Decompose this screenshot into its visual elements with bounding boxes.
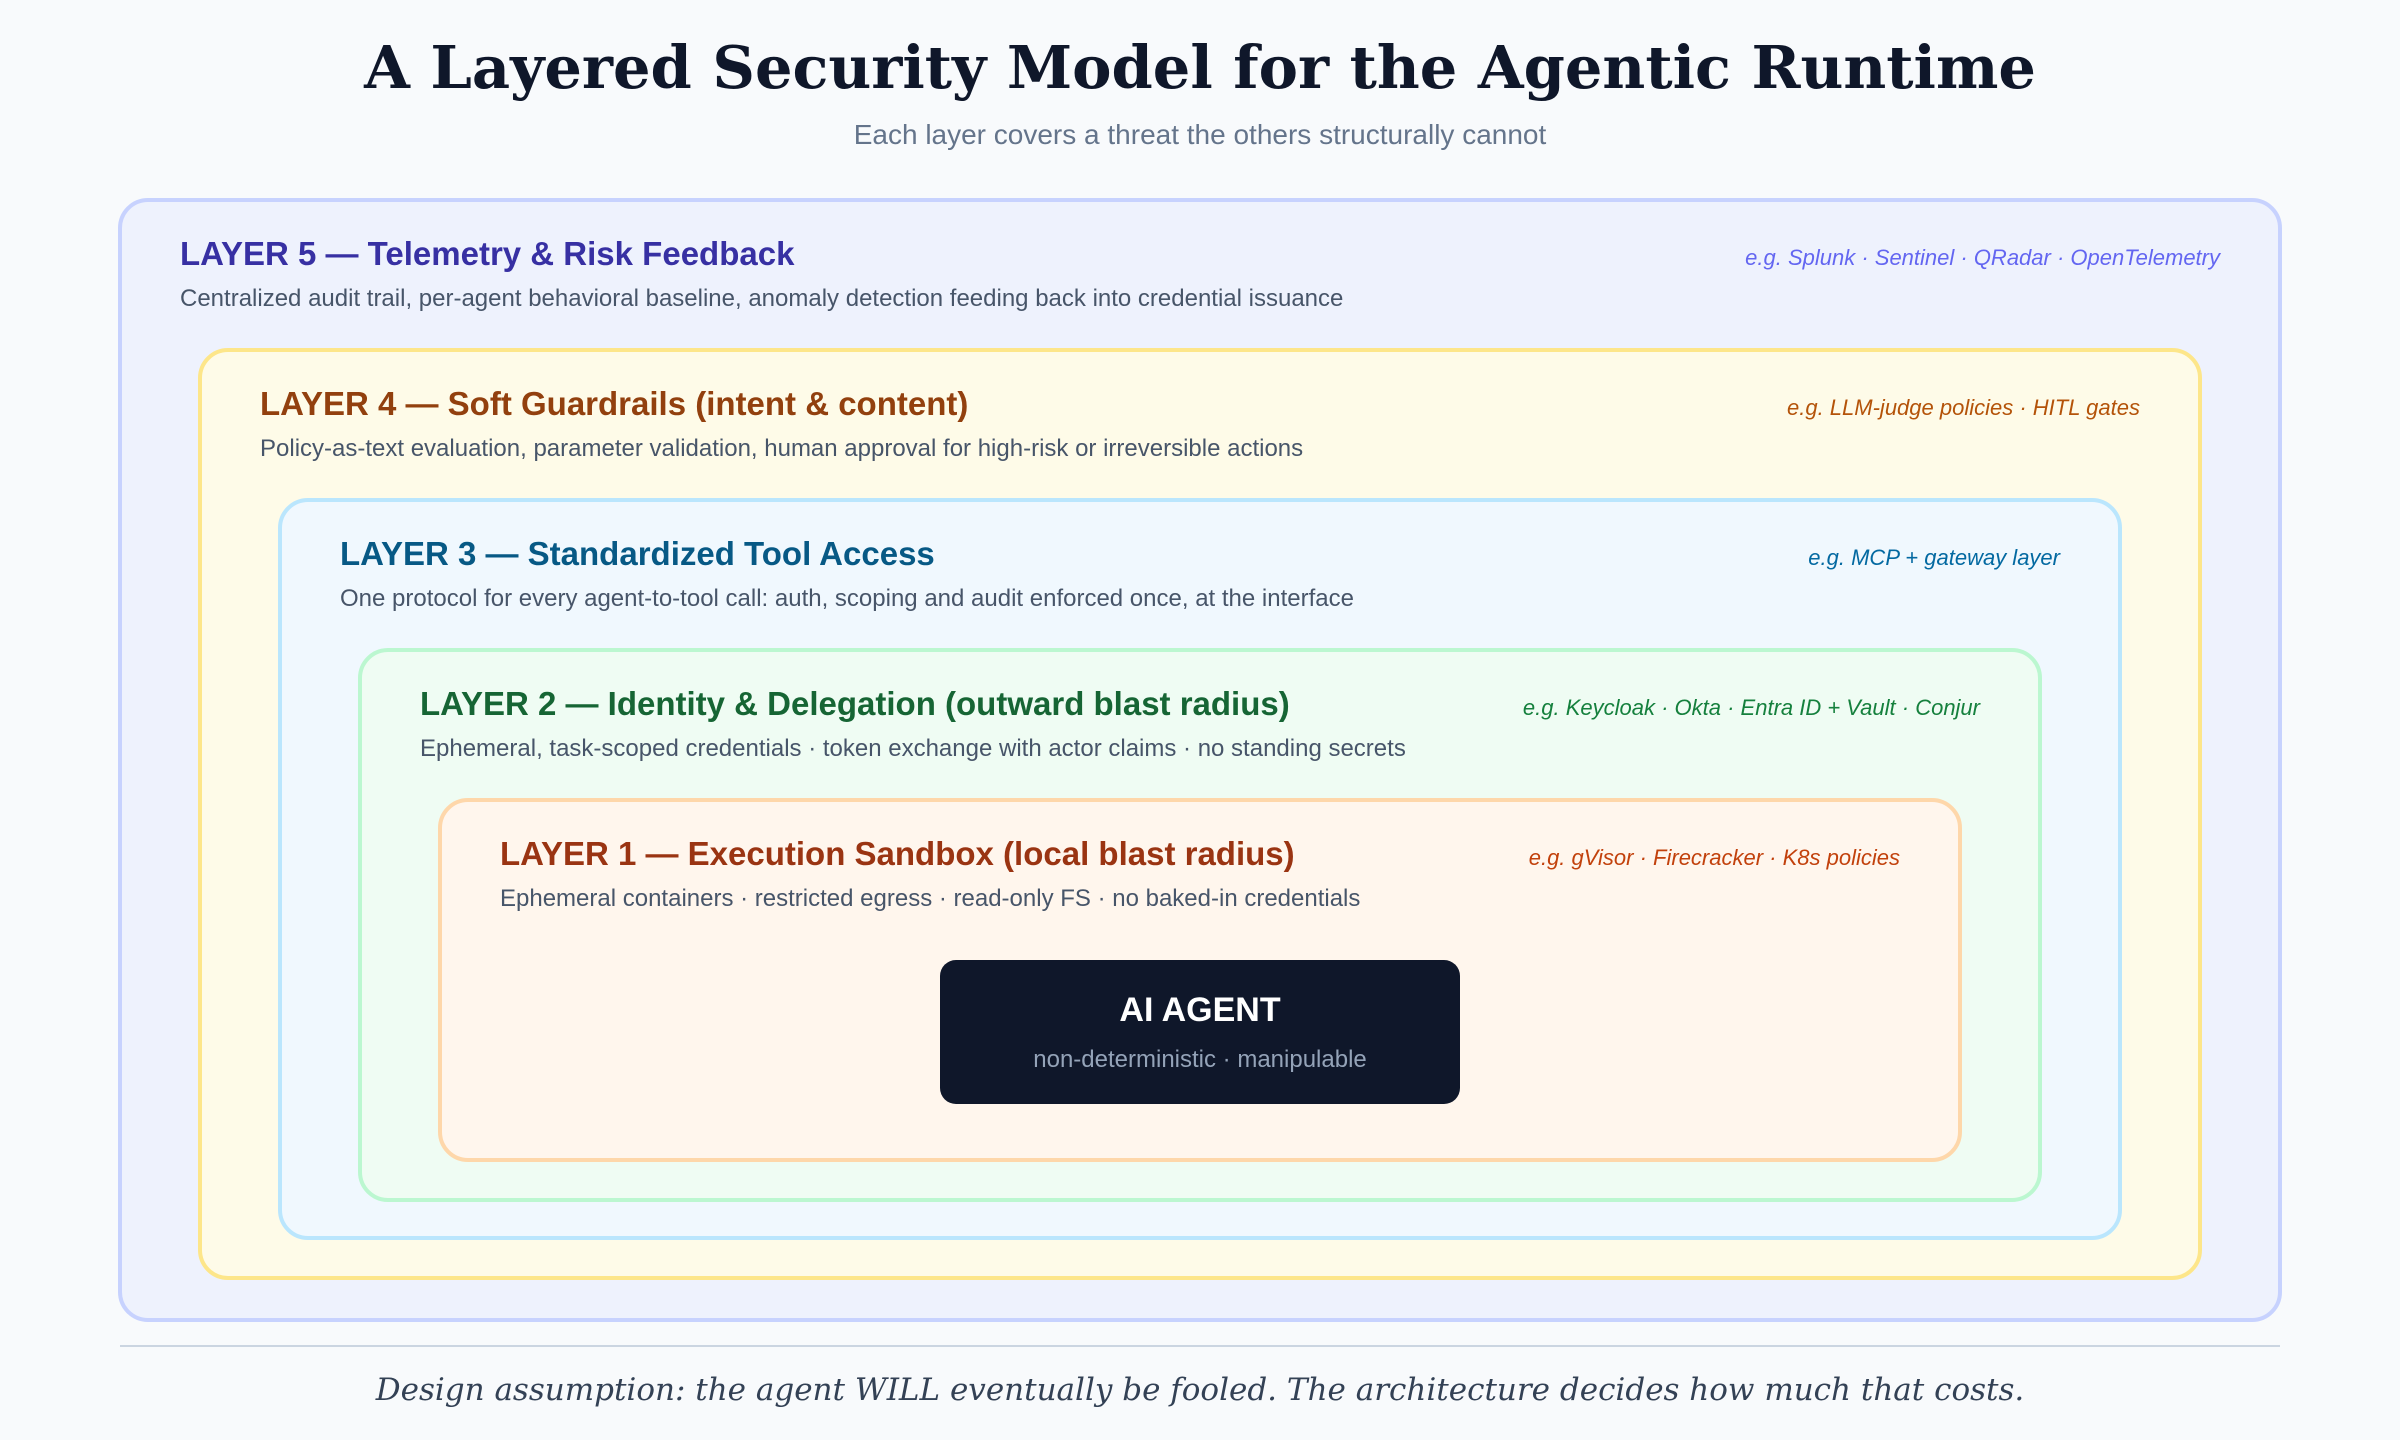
diagram-subtitle: Each layer covers a threat the others st… [853,119,1547,150]
ai-agent-box: AI AGENT non-deterministic · manipulable [940,960,1460,1104]
layer-3-heading: LAYER 3 — Standardized Tool Access [340,535,935,572]
layer-3-description: One protocol for every agent-to-tool cal… [340,585,1354,612]
layer-2-examples: e.g. Keycloak · Okta · Entra ID + Vault … [1522,695,1980,720]
layer-5-heading: LAYER 5 — Telemetry & Risk Feedback [180,235,795,272]
layer-5-examples: e.g. Splunk · Sentinel · QRadar · OpenTe… [1745,245,2220,270]
ai-agent-title: AI AGENT [1119,991,1281,1029]
layer-1-heading: LAYER 1 — Execution Sandbox (local blast… [500,835,1295,872]
layer-5-description: Centralized audit trail, per-agent behav… [180,285,1344,312]
layer-4-examples: e.g. LLM-judge policies · HITL gates [1787,395,2140,420]
layer-3-examples: e.g. MCP + gateway layer [1808,545,2060,570]
layer-1-description: Ephemeral containers · restricted egress… [500,885,1361,912]
ai-agent-subtitle: non-deterministic · manipulable [1033,1046,1367,1073]
layer-2-heading: LAYER 2 — Identity & Delegation (outward… [420,685,1290,722]
design-assumption-footer: Design assumption: the agent WILL eventu… [375,1372,2025,1408]
layer-1-examples: e.g. gVisor · Firecracker · K8s policies [1528,845,1900,870]
layer-4-heading: LAYER 4 — Soft Guardrails (intent & cont… [260,385,969,422]
layer-4-description: Policy-as-text evaluation, parameter val… [260,435,1304,462]
footer-divider [120,1345,2280,1347]
layer-2-description: Ephemeral, task-scoped credentials · tok… [420,735,1406,762]
diagram-title: A Layered Security Model for the Agentic… [364,33,2036,102]
